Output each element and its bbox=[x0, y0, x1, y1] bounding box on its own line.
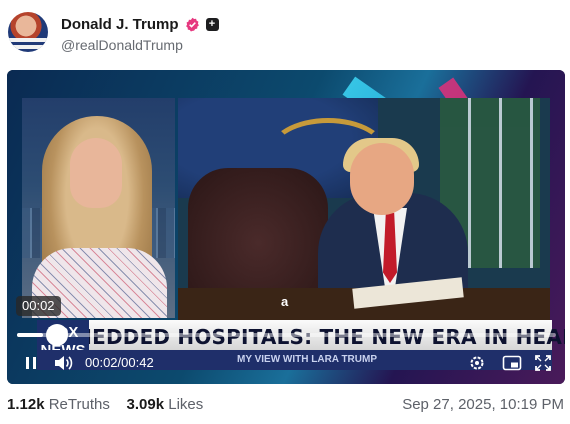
progress-fill bbox=[17, 333, 43, 337]
engagement-stats: 1.12k ReTruths 3.09k Likes bbox=[7, 396, 203, 413]
man-head bbox=[350, 143, 414, 215]
author-handle[interactable]: @realDonaldTrump bbox=[61, 37, 183, 53]
picture-in-picture-icon bbox=[502, 355, 522, 371]
avatar[interactable] bbox=[8, 12, 48, 52]
likes-label[interactable]: Likes bbox=[168, 396, 203, 413]
author-row: Donald J. Trump + bbox=[61, 14, 219, 34]
settings-button[interactable] bbox=[465, 351, 489, 375]
likes-count[interactable]: 3.09k bbox=[127, 396, 165, 413]
fullscreen-button[interactable] bbox=[531, 351, 555, 375]
video-player[interactable]: a 00:02 MEDDED HOSPITALS: THE NEW ERA IN… bbox=[7, 70, 565, 384]
author-name[interactable]: Donald J. Trump bbox=[61, 16, 179, 33]
volume-icon bbox=[55, 356, 73, 370]
picture-in-picture-button[interactable] bbox=[500, 351, 524, 375]
time-readout: 00:02/00:42 bbox=[85, 355, 154, 370]
caption-char: a bbox=[281, 294, 289, 309]
plus-badge-icon: + bbox=[205, 17, 219, 31]
pause-icon bbox=[26, 357, 36, 369]
volume-button[interactable] bbox=[51, 351, 75, 375]
retruths-count[interactable]: 1.12k bbox=[7, 396, 45, 413]
avatar-stripe bbox=[8, 38, 48, 42]
video-left-frame bbox=[22, 98, 175, 318]
gear-icon bbox=[470, 356, 484, 370]
retruths-label[interactable]: ReTruths bbox=[49, 396, 110, 413]
fullscreen-icon bbox=[535, 355, 551, 371]
player-controls: 00:02/00:42 bbox=[19, 351, 554, 375]
avatar-stripe bbox=[8, 45, 48, 49]
video-right-frame: a bbox=[178, 98, 550, 320]
progress-track[interactable] bbox=[17, 333, 556, 337]
anchor-face bbox=[70, 138, 122, 208]
verified-badge-icon bbox=[185, 17, 199, 32]
current-time: 00:02 bbox=[85, 355, 118, 370]
pause-button[interactable] bbox=[19, 351, 43, 375]
post-timestamp[interactable]: Sep 27, 2025, 10:19 PM bbox=[402, 396, 564, 413]
chyron-text: MEDDED HOSPITALS: THE NEW ERA IN HEALTHC… bbox=[72, 325, 565, 349]
scrub-handle[interactable] bbox=[46, 324, 68, 346]
elapsed-badge: 00:02 bbox=[16, 296, 61, 316]
duration: 00:42 bbox=[121, 355, 154, 370]
